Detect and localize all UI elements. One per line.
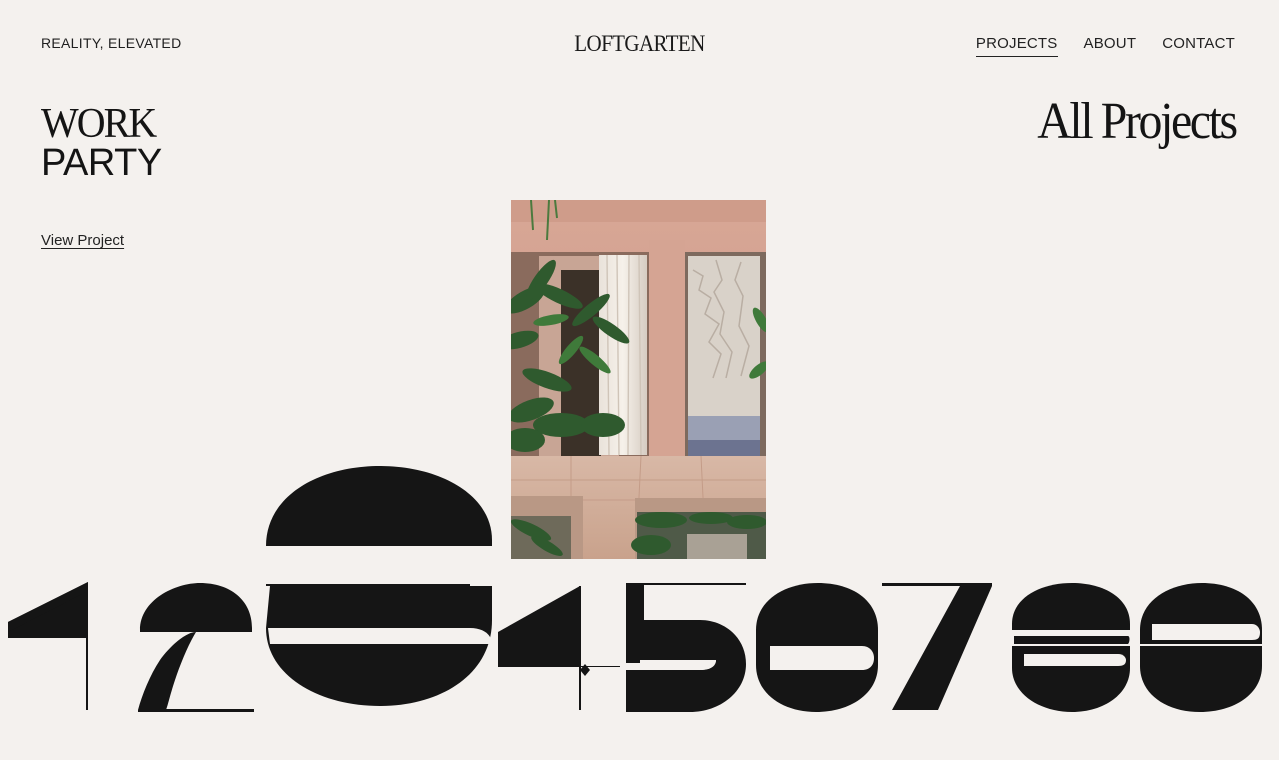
main-nav: PROJECTS ABOUT CONTACT xyxy=(975,35,1235,57)
all-projects-link[interactable]: All Projects xyxy=(1037,92,1238,151)
numbers-strip xyxy=(8,466,1262,712)
digit-2[interactable] xyxy=(138,583,254,712)
digit-4[interactable] xyxy=(498,586,620,710)
digit-1[interactable] xyxy=(8,582,88,710)
project-title: WORK PARTY xyxy=(41,101,162,185)
digit-5[interactable] xyxy=(626,583,746,712)
project-title-line2: PARTY xyxy=(41,142,162,185)
project-title-line1: WORK xyxy=(41,101,157,147)
digit-6[interactable] xyxy=(756,583,878,712)
digit-8[interactable] xyxy=(1012,583,1130,712)
digit-9[interactable] xyxy=(1140,583,1262,712)
nav-projects[interactable]: PROJECTS xyxy=(975,35,1058,57)
digit-3-highlighted[interactable] xyxy=(266,466,492,706)
view-project-link[interactable]: View Project xyxy=(41,232,124,249)
nav-about[interactable]: ABOUT xyxy=(1084,35,1137,57)
digit-7[interactable] xyxy=(882,583,992,710)
nav-contact[interactable]: CONTACT xyxy=(1162,35,1235,57)
